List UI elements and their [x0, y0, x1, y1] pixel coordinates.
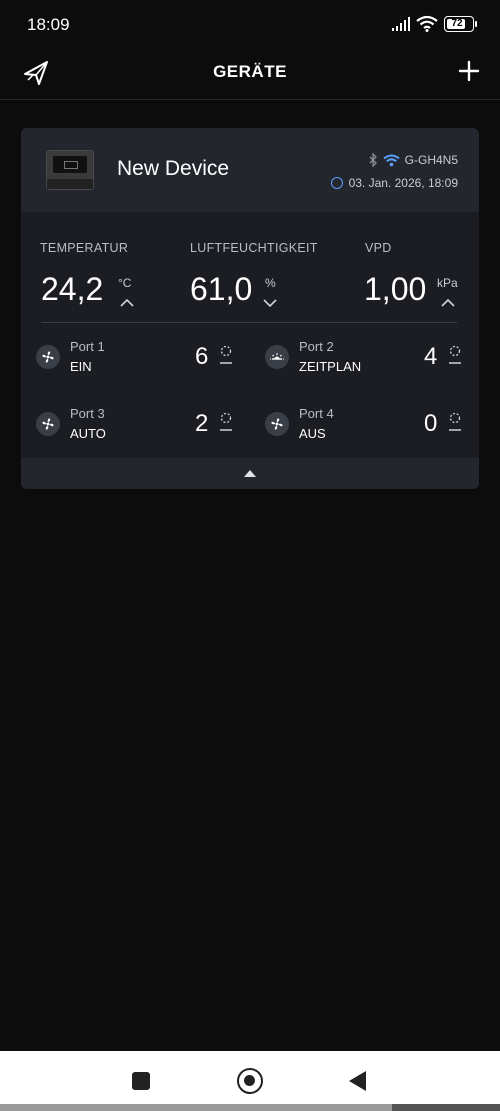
signal-icon	[392, 16, 410, 31]
port-1-name: Port 1	[70, 339, 105, 354]
recents-button[interactable]	[132, 1072, 150, 1090]
metric-unit-humidity: %	[265, 276, 276, 290]
device-id: G-GH4N5	[404, 153, 458, 167]
wifi-icon	[416, 15, 438, 32]
light-icon	[265, 345, 289, 369]
gesture-strip	[0, 1104, 392, 1111]
port-1[interactable]: Port 1 EIN 6	[36, 339, 236, 383]
port-4-level: 0	[424, 410, 438, 437]
device-card[interactable]: New Device G-GH4N5 03. Jan. 2026, 18:09 …	[21, 128, 479, 489]
device-name: New Device	[117, 157, 230, 180]
status-bar: 18:09 72	[0, 0, 500, 48]
device-thumbnail	[46, 150, 94, 190]
level-dial-icon	[220, 412, 232, 431]
port-2-level: 4	[424, 343, 438, 370]
add-device-button[interactable]	[458, 60, 480, 82]
sync-ring-icon	[330, 177, 343, 189]
port-3[interactable]: Port 3 AUTO 2	[36, 406, 236, 450]
wifi-icon	[383, 154, 400, 166]
metric-label-temperature: TEMPERATUR	[40, 241, 129, 255]
port-2-mode: ZEITPLAN	[299, 359, 362, 374]
metric-value-temperature: 24,2	[41, 271, 104, 307]
metric-value-vpd: 1,00	[364, 271, 427, 307]
app-header: GERÄTE	[0, 48, 500, 100]
trend-up-icon	[120, 298, 134, 307]
port-4-mode: AUS	[299, 426, 326, 441]
page-title: GERÄTE	[213, 62, 287, 81]
port-1-level: 6	[195, 343, 209, 370]
battery-level: 72	[451, 18, 463, 29]
port-4[interactable]: Port 4 AUS 0	[265, 406, 465, 450]
gesture-strip-handle	[392, 1104, 500, 1111]
metric-value-humidity: 61,0	[190, 271, 253, 307]
divider	[41, 322, 457, 323]
system-nav-bar	[0, 1051, 500, 1111]
device-card-header[interactable]: New Device G-GH4N5 03. Jan. 2026, 18:09	[21, 128, 479, 212]
port-3-mode: AUTO	[70, 426, 106, 441]
status-icons: 72	[392, 15, 477, 32]
fan-icon	[36, 412, 60, 436]
device-timestamp: 03. Jan. 2026, 18:09	[348, 176, 458, 190]
trend-down-icon	[263, 299, 277, 308]
port-3-name: Port 3	[70, 406, 105, 421]
back-button[interactable]	[349, 1071, 366, 1091]
fan-icon	[265, 412, 289, 436]
level-dial-icon	[220, 345, 232, 364]
trend-up-icon	[441, 298, 455, 307]
metric-unit-temperature: °C	[118, 276, 132, 290]
metric-unit-vpd: kPa	[437, 276, 458, 290]
metric-label-vpd: VPD	[365, 241, 392, 255]
fan-icon	[36, 345, 60, 369]
last-update: 03. Jan. 2026, 18:09	[330, 176, 458, 190]
port-3-level: 2	[195, 410, 209, 437]
metric-label-humidity: LUFTFEUCHTIGKEIT	[190, 241, 318, 255]
connection-status: G-GH4N5	[369, 153, 458, 167]
status-time: 18:09	[27, 15, 70, 34]
chevron-up-icon	[244, 470, 256, 477]
port-2[interactable]: Port 2 ZEITPLAN 4	[265, 339, 465, 383]
bluetooth-icon	[369, 153, 377, 167]
level-dial-icon	[449, 412, 461, 431]
home-button[interactable]	[237, 1068, 263, 1094]
port-2-name: Port 2	[299, 339, 334, 354]
collapse-button[interactable]	[21, 458, 479, 489]
port-1-mode: EIN	[70, 359, 92, 374]
level-dial-icon	[449, 345, 461, 364]
port-4-name: Port 4	[299, 406, 334, 421]
battery-icon: 72	[444, 15, 477, 32]
